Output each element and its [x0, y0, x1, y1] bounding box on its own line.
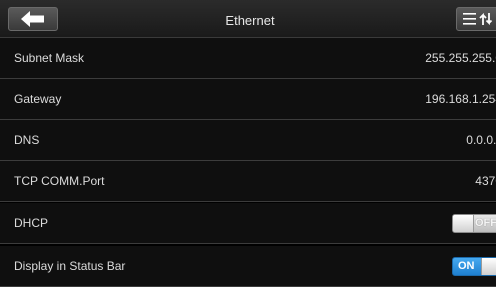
dhcp-toggle[interactable]: OFF — [452, 214, 496, 233]
toggle-knob — [453, 215, 474, 232]
back-arrow-icon — [21, 11, 44, 27]
row-value: 4370 — [475, 174, 496, 188]
dns-row[interactable]: DNS 0.0.0.0 — [0, 120, 496, 161]
row-label: DNS — [14, 133, 40, 147]
subnet-mask-row[interactable]: Subnet Mask 255.255.255.0 — [0, 38, 496, 79]
row-label: Gateway — [14, 92, 62, 106]
status-bar-toggle[interactable]: ON — [452, 257, 496, 276]
back-button[interactable] — [8, 7, 58, 31]
row-value: 196.168.1.254 — [425, 92, 496, 106]
display-in-status-bar-row: Display in Status Bar ON — [0, 246, 496, 287]
row-value: 255.255.255.0 — [425, 51, 496, 65]
dhcp-row: DHCP OFF — [0, 203, 496, 244]
toggle-state-label: OFF — [475, 217, 496, 229]
gateway-row[interactable]: Gateway 196.168.1.254 — [0, 79, 496, 120]
row-value: 0.0.0.0 — [466, 133, 496, 147]
ethernet-settings-screen: Ethernet Subnet Mask 255.255.255.0 Gatew… — [0, 0, 496, 287]
row-label: Display in Status Bar — [14, 259, 126, 273]
menu-button[interactable] — [456, 7, 496, 31]
page-title: Ethernet — [225, 13, 275, 28]
toggle-knob — [481, 258, 496, 275]
title-bar: Ethernet — [0, 0, 496, 38]
toggle-state-label: ON — [458, 260, 475, 272]
row-label: TCP COMM.Port — [14, 174, 105, 188]
tcp-comm-port-row[interactable]: TCP COMM.Port 4370 — [0, 161, 496, 202]
sort-menu-icon — [463, 12, 492, 26]
row-label: DHCP — [14, 216, 49, 230]
row-label: Subnet Mask — [14, 51, 85, 65]
